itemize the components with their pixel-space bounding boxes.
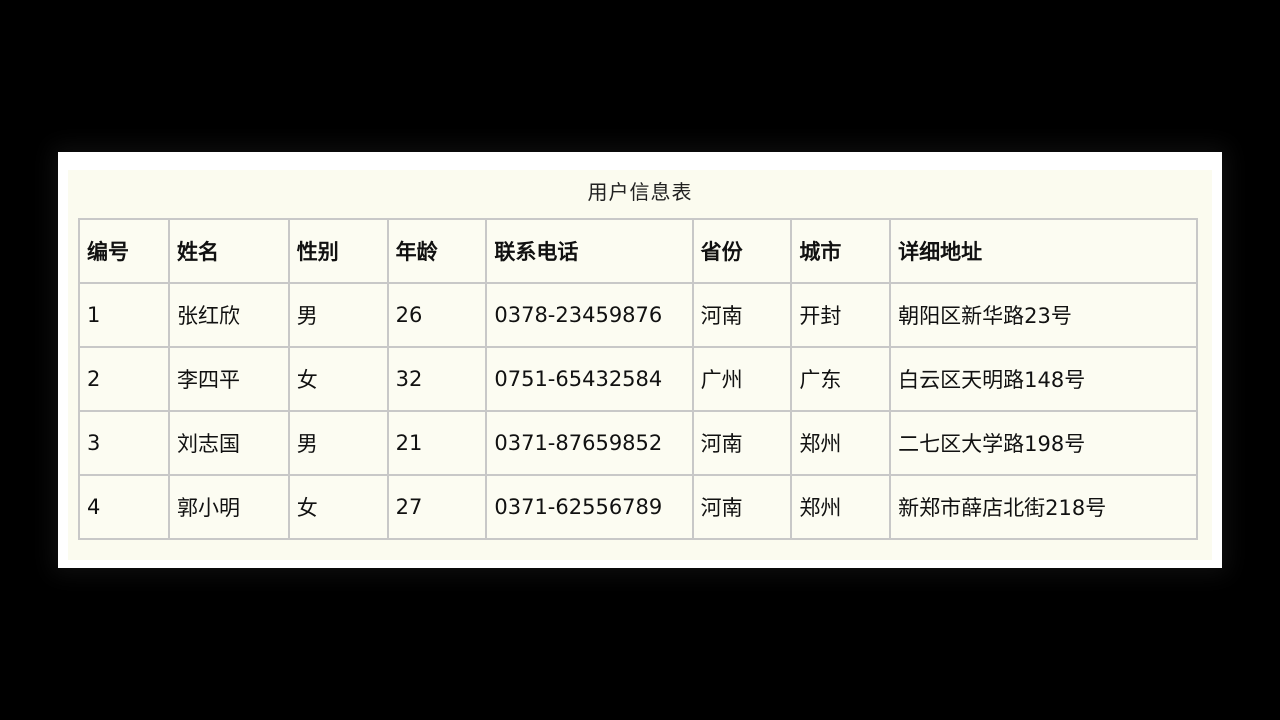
- cell-city: 郑州: [791, 411, 891, 475]
- cell-address: 新郑市薛店北街218号: [890, 475, 1197, 539]
- cell-id: 4: [79, 475, 170, 539]
- table-row: 2 李四平 女 32 0751-65432584 广州 广东 白云区天明路148…: [79, 347, 1197, 411]
- cell-city: 广东: [791, 347, 891, 411]
- header-address: 详细地址: [890, 219, 1197, 283]
- header-province: 省份: [692, 219, 792, 283]
- cell-id: 1: [79, 283, 170, 347]
- cell-name: 李四平: [169, 347, 289, 411]
- header-age: 年龄: [387, 219, 487, 283]
- cell-name: 郭小明: [169, 475, 289, 539]
- cell-gender: 女: [288, 347, 388, 411]
- cell-address: 二七区大学路198号: [890, 411, 1197, 475]
- cell-address: 白云区天明路148号: [890, 347, 1197, 411]
- header-id: 编号: [79, 219, 170, 283]
- table-row: 1 张红欣 男 26 0378-23459876 河南 开封 朝阳区新华路23号: [79, 283, 1197, 347]
- cell-id: 2: [79, 347, 170, 411]
- cell-name: 刘志国: [169, 411, 289, 475]
- table-caption: 用户信息表: [587, 180, 693, 204]
- cell-age: 27: [387, 475, 487, 539]
- cell-gender: 男: [288, 283, 388, 347]
- cell-city: 开封: [791, 283, 891, 347]
- cell-city: 郑州: [791, 475, 891, 539]
- cell-province: 广州: [692, 347, 792, 411]
- cell-phone: 0378-23459876: [486, 283, 693, 347]
- header-phone: 联系电话: [486, 219, 693, 283]
- cell-age: 32: [387, 347, 487, 411]
- user-info-table: 编号 姓名 性别 年龄 联系电话 省份 城市 详细地址 1 张红欣 男 26 0…: [78, 218, 1198, 540]
- cell-province: 河南: [692, 475, 792, 539]
- cell-address: 朝阳区新华路23号: [890, 283, 1197, 347]
- table-card: 用户信息表 编号 姓名 性别 年龄 联系电话 省份 城市 详细地址 1 张红欣 …: [58, 152, 1222, 568]
- table-row: 3 刘志国 男 21 0371-87659852 河南 郑州 二七区大学路198…: [79, 411, 1197, 475]
- cell-province: 河南: [692, 411, 792, 475]
- table-header-row: 编号 姓名 性别 年龄 联系电话 省份 城市 详细地址: [79, 219, 1197, 283]
- cell-phone: 0371-87659852: [486, 411, 693, 475]
- cell-province: 河南: [692, 283, 792, 347]
- cell-name: 张红欣: [169, 283, 289, 347]
- cell-id: 3: [79, 411, 170, 475]
- header-city: 城市: [791, 219, 891, 283]
- header-name: 姓名: [169, 219, 289, 283]
- header-gender: 性别: [288, 219, 388, 283]
- cell-age: 26: [387, 283, 487, 347]
- cell-phone: 0751-65432584: [486, 347, 693, 411]
- cell-gender: 女: [288, 475, 388, 539]
- cell-phone: 0371-62556789: [486, 475, 693, 539]
- cell-gender: 男: [288, 411, 388, 475]
- cell-age: 21: [387, 411, 487, 475]
- table-row: 4 郭小明 女 27 0371-62556789 河南 郑州 新郑市薛店北街21…: [79, 475, 1197, 539]
